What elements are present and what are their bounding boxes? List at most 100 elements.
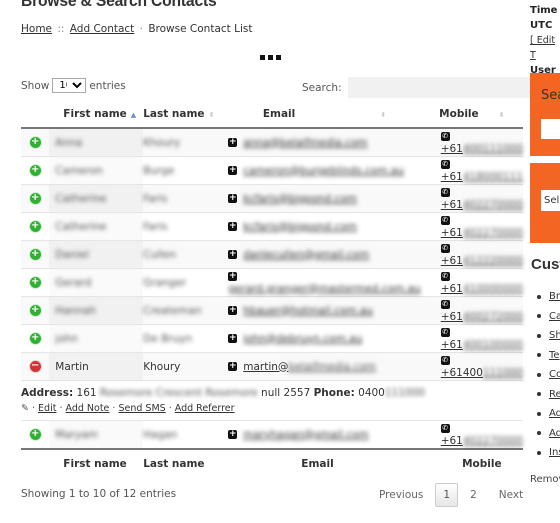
mobile-link[interactable]: +61410000000 bbox=[441, 283, 523, 295]
table-row[interactable]: + Maryam Hagan + maryhagan@gmail.com ✆+614022… bbox=[21, 420, 523, 450]
pagination-page-2[interactable]: 2 bbox=[462, 485, 485, 505]
expand-icon[interactable]: + bbox=[28, 220, 42, 233]
email-link[interactable]: cameron@burgeblinds.com.au bbox=[243, 165, 404, 177]
email-link[interactable]: john@debruyn.com.au bbox=[243, 333, 362, 345]
add-email-icon[interactable]: + bbox=[228, 166, 238, 175]
add-email-icon[interactable]: + bbox=[228, 362, 238, 371]
custom-link[interactable]: Sh bbox=[549, 330, 560, 341]
expand-icon[interactable]: + bbox=[28, 192, 42, 205]
expand-toggle[interactable]: + bbox=[21, 324, 50, 353]
sidebar-search-input[interactable] bbox=[541, 119, 560, 139]
add-email-icon[interactable]: + bbox=[228, 250, 238, 259]
mobile-link[interactable]: +61400111000 bbox=[441, 367, 523, 379]
bullet-icon bbox=[537, 372, 541, 377]
sidebar: Time UTC [ Edit T User Sea Sel Cust Br Ca… bbox=[530, 0, 560, 523]
cell-first-name: Martin bbox=[49, 352, 144, 381]
pagination-next[interactable]: Next bbox=[485, 485, 531, 505]
expand-icon[interactable]: + bbox=[28, 136, 42, 149]
add-email-icon[interactable]: + bbox=[228, 430, 238, 439]
table-row[interactable]: + Daniel Cullen + danlecullen@gmail.com ✆+614… bbox=[21, 240, 523, 269]
pagination-previous[interactable]: Previous bbox=[371, 485, 431, 505]
mobile-link[interactable]: +61400100000 bbox=[441, 339, 523, 351]
cell-email: + kcfaris@bigpond.com bbox=[228, 212, 421, 241]
action-send-sms-link[interactable]: Send SMS bbox=[118, 403, 165, 414]
expand-toggle[interactable]: − bbox=[21, 352, 50, 381]
cell-last-name: Createman bbox=[143, 296, 229, 325]
expand-icon[interactable]: + bbox=[28, 304, 42, 317]
footer-column-control bbox=[21, 448, 50, 478]
table-row[interactable]: + Anna Khoury + anna@belaifmedia.com ✆+614001… bbox=[21, 128, 523, 157]
expand-toggle[interactable]: + bbox=[21, 184, 50, 213]
add-email-icon[interactable]: + bbox=[228, 334, 238, 343]
action-add-referrer-link[interactable]: Add Referrer bbox=[175, 403, 235, 414]
email-link[interactable]: anna@belaifmedia.com bbox=[243, 137, 367, 149]
expand-toggle[interactable]: + bbox=[21, 296, 50, 325]
mobile-link[interactable]: +61412220000 bbox=[441, 255, 523, 267]
sort-icon: ⬍ bbox=[498, 110, 505, 119]
expand-icon[interactable]: + bbox=[28, 276, 42, 289]
table-row[interactable]: − Martin Khoury + martin@belaifmedia.com ✆ +61… bbox=[21, 352, 523, 381]
custom-link[interactable]: Ad bbox=[549, 408, 560, 419]
column-header-last-name[interactable]: Last name ⬍ bbox=[143, 100, 229, 129]
expand-toggle[interactable]: + bbox=[21, 212, 50, 241]
table-row[interactable]: + Catherine Faris + kcfaris@bigpond.com ✆+614… bbox=[21, 184, 523, 213]
cell-last-name: Cullen bbox=[143, 240, 229, 269]
expand-icon[interactable]: + bbox=[28, 332, 42, 345]
table-row[interactable]: + john De Bruyn + john@debruyn.com.au ✆+61400… bbox=[21, 324, 523, 353]
custom-link[interactable]: Ca bbox=[549, 311, 560, 322]
table-row[interactable]: + Catherine Faris + kcfaris@bigpond.com ✆+614… bbox=[21, 212, 523, 241]
add-email-icon[interactable]: + bbox=[228, 222, 238, 231]
edit-time-link[interactable]: [ Edit T bbox=[530, 35, 555, 61]
table-row[interactable]: + Hannah Createman + hbauer@hotmail.com.au ✆+… bbox=[21, 296, 523, 325]
mobile-link[interactable]: +61400272000 bbox=[441, 311, 523, 323]
entries-select[interactable]: 10 bbox=[52, 78, 87, 93]
expand-toggle[interactable]: + bbox=[21, 420, 50, 450]
custom-link[interactable]: Co bbox=[549, 369, 560, 380]
expand-icon[interactable]: + bbox=[28, 248, 42, 261]
column-header-mobile[interactable]: Mobile ⬍ bbox=[420, 100, 523, 129]
cell-first-name: Anna bbox=[49, 128, 144, 157]
email-link[interactable]: hbauer@hotmail.com.au bbox=[243, 305, 373, 317]
mobile-link[interactable]: +61400111000 bbox=[441, 143, 523, 155]
column-header-first-name[interactable]: First name ▲ bbox=[49, 100, 144, 129]
search-input[interactable] bbox=[347, 77, 530, 98]
mobile-link[interactable]: +61402270000 bbox=[441, 199, 523, 211]
mobile-link[interactable]: +61418000111 bbox=[441, 171, 523, 183]
breadcrumb-add-contact-link[interactable]: Add Contact bbox=[70, 23, 135, 35]
add-email-icon[interactable]: + bbox=[228, 272, 238, 281]
add-email-icon[interactable]: + bbox=[228, 194, 238, 203]
email-link[interactable]: kcfaris@bigpond.com bbox=[243, 221, 357, 233]
email-link[interactable]: danlecullen@gmail.com bbox=[243, 249, 369, 261]
breadcrumb-home-link[interactable]: Home bbox=[21, 23, 52, 35]
custom-link[interactable]: Te bbox=[549, 350, 560, 361]
expand-icon[interactable]: + bbox=[28, 428, 42, 441]
column-header-email[interactable]: Email ⬍ bbox=[228, 100, 421, 129]
cell-email: + maryhagan@gmail.com bbox=[228, 420, 421, 450]
mobile-link[interactable]: +61402270000 bbox=[441, 227, 523, 239]
add-email-icon[interactable]: + bbox=[228, 306, 238, 315]
pagination-page-1[interactable]: 1 bbox=[435, 483, 459, 507]
collapse-icon[interactable]: − bbox=[28, 360, 42, 373]
email-link[interactable]: martin@belaifmedia.com bbox=[243, 361, 376, 373]
expand-toggle[interactable]: + bbox=[21, 156, 50, 185]
expand-toggle[interactable]: + bbox=[21, 268, 50, 297]
custom-link[interactable]: Ins bbox=[549, 447, 560, 458]
custom-link[interactable]: Re bbox=[549, 389, 560, 400]
action-edit-link[interactable]: Edit bbox=[38, 403, 56, 414]
add-email-icon[interactable]: + bbox=[228, 138, 238, 147]
expand-toggle[interactable]: + bbox=[21, 128, 50, 157]
email-link[interactable]: gerard.granger@mastermed.com.au bbox=[228, 283, 420, 295]
email-link[interactable]: kcfaris@bigpond.com bbox=[243, 193, 357, 205]
custom-link[interactable]: Br bbox=[549, 291, 560, 302]
custom-link[interactable]: Ad bbox=[549, 428, 560, 439]
expand-icon[interactable]: + bbox=[28, 164, 42, 177]
expand-toggle[interactable]: + bbox=[21, 240, 50, 269]
action-add-note-link[interactable]: Add Note bbox=[66, 403, 110, 414]
edit-icon[interactable]: ✎ bbox=[21, 403, 29, 414]
email-link[interactable]: maryhagan@gmail.com bbox=[243, 429, 368, 441]
table-row[interactable]: + Gerard Granger +gerard.granger@mastermed.… bbox=[21, 268, 523, 297]
sidebar-select[interactable]: Sel bbox=[541, 190, 560, 211]
mobile-link[interactable]: +61402270000 bbox=[441, 435, 523, 447]
show-label: Show bbox=[21, 79, 50, 92]
table-row[interactable]: + Cameron Burge + cameron@burgeblinds.com.au… bbox=[21, 156, 523, 185]
